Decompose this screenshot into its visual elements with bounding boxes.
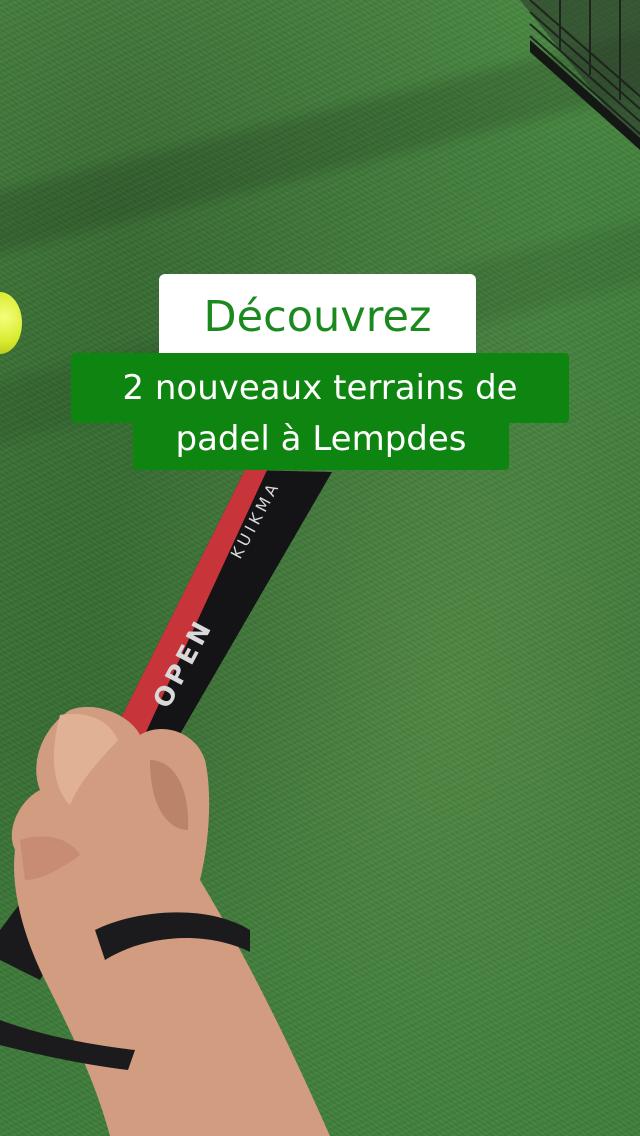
caption-line: padel à Lempdes (133, 413, 509, 470)
video-frame: KUIKMA OPEN Découvrez 2 nouveaux terrain… (0, 0, 640, 1136)
caption-title: Découvrez (159, 274, 476, 360)
caption-overlay: Découvrez 2 nouveaux terrains de padel à… (0, 0, 640, 1136)
